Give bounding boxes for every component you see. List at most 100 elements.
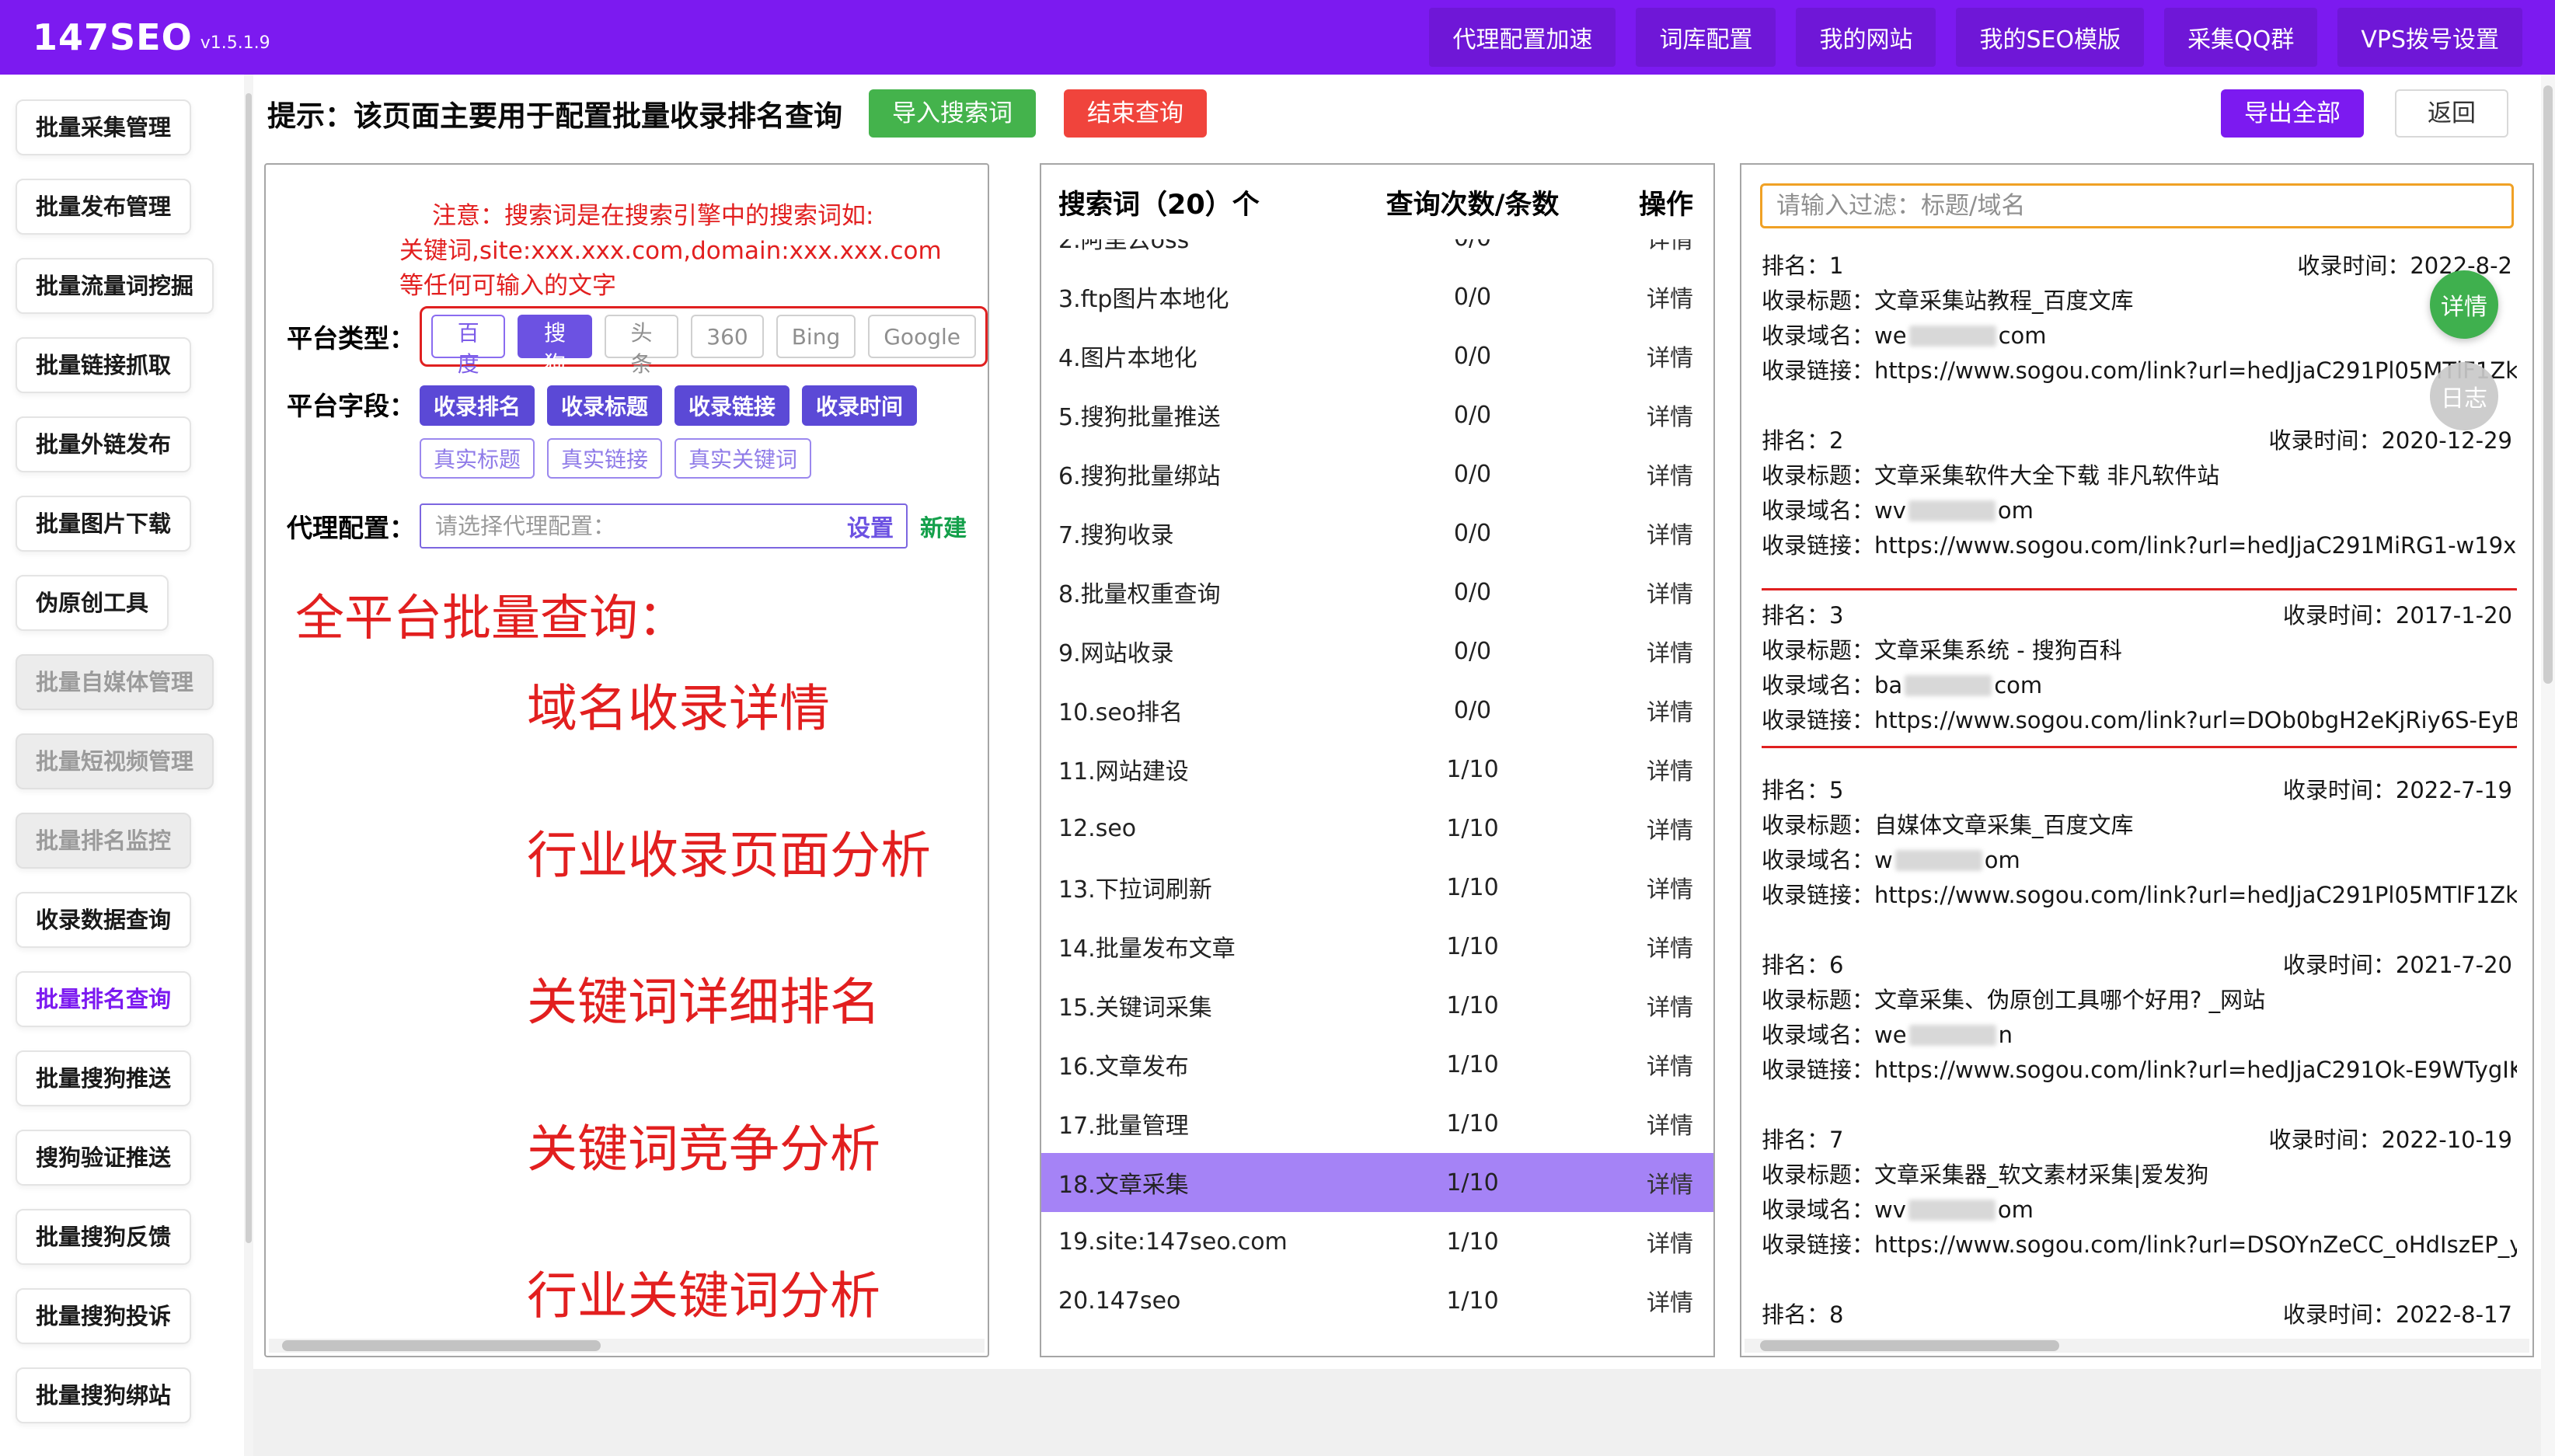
keyword-detail-link[interactable]: 详情: [1605, 752, 1713, 786]
keyword-detail-link[interactable]: 详情: [1605, 870, 1713, 904]
filter-input[interactable]: [1760, 183, 2514, 228]
result-domain: 收录域名：wv om: [1762, 493, 2517, 528]
keyword-query-count: 1/10: [1446, 1169, 1499, 1196]
import-keywords-button[interactable]: 导入搜索词: [869, 89, 1036, 138]
platform-type-button[interactable]: Google: [868, 315, 976, 358]
result-link[interactable]: 收录链接：https://www.sogou.com/link?url=hedJ…: [1762, 354, 2517, 388]
sidebar-item[interactable]: 批量搜狗绑站: [16, 1367, 192, 1423]
keyword-row[interactable]: 7.搜狗收录 0/0 详情: [1041, 503, 1713, 563]
keyword-detail-link[interactable]: 详情: [1605, 929, 1713, 963]
topnav-item[interactable]: VPS拨号设置: [2337, 8, 2522, 67]
sidebar-item[interactable]: 批量自媒体管理: [16, 654, 214, 710]
sidebar-item[interactable]: 批量链接抓取: [16, 337, 192, 393]
result-link[interactable]: 收录链接：https://www.sogou.com/link?url=DSOY…: [1762, 1228, 2517, 1263]
keyword-detail-link[interactable]: 详情: [1605, 1047, 1713, 1082]
export-all-button[interactable]: 导出全部: [2221, 89, 2364, 138]
proxy-settings-link[interactable]: 设置: [847, 509, 894, 543]
log-fab-button[interactable]: 日志: [2430, 362, 2498, 430]
result-link[interactable]: 收录链接：https://www.sogou.com/link?url=hedJ…: [1762, 528, 2517, 563]
back-button[interactable]: 返回: [2395, 89, 2508, 138]
topnav-item[interactable]: 我的网站: [1796, 8, 1936, 67]
platform-type-button[interactable]: 搜狗: [518, 315, 592, 377]
topnav-item[interactable]: 词库配置: [1636, 8, 1776, 67]
keyword-row[interactable]: 12.seo 1/10 详情: [1041, 799, 1713, 858]
keyword-row[interactable]: 18.文章采集 1/10 详情: [1041, 1153, 1713, 1212]
keyword-detail-link[interactable]: 详情: [1605, 457, 1713, 491]
keyword-row[interactable]: 4.图片本地化 0/0 详情: [1041, 326, 1713, 385]
sidebar-scrollbar[interactable]: [244, 75, 253, 1456]
keyword-row[interactable]: 19.site:147seo.com 1/10 详情: [1041, 1212, 1713, 1271]
keyword-detail-link[interactable]: 详情: [1605, 239, 1713, 255]
page-scrollbar-thumb[interactable]: [2543, 85, 2553, 684]
keyword-row[interactable]: 14.批量发布文章 1/10 详情: [1041, 917, 1713, 976]
rank-label: 排名：: [1762, 253, 1830, 279]
field-button[interactable]: 收录标题: [547, 385, 663, 426]
sidebar-item[interactable]: 批量排名监控: [16, 813, 192, 869]
sidebar-item[interactable]: 批量排名查询: [16, 971, 192, 1027]
keyword-detail-link[interactable]: 详情: [1605, 1224, 1713, 1259]
keyword-row[interactable]: 20.147seo 1/10 详情: [1041, 1271, 1713, 1330]
sidebar-item[interactable]: 批量流量词挖掘: [16, 258, 214, 314]
keyword-row[interactable]: 13.下拉词刷新 1/10 详情: [1041, 858, 1713, 917]
result-link[interactable]: 收录链接：https://www.sogou.com/link?url=hedJ…: [1762, 1053, 2517, 1088]
keyword-detail-link[interactable]: 详情: [1605, 634, 1713, 668]
keyword-detail-link[interactable]: 详情: [1605, 988, 1713, 1022]
keyword-detail-link[interactable]: 详情: [1605, 693, 1713, 727]
keyword-row[interactable]: 3.ftp图片本地化 0/0 详情: [1041, 267, 1713, 326]
sidebar-item[interactable]: 批量发布管理: [16, 179, 192, 235]
proxy-new-link[interactable]: 新建: [920, 509, 967, 543]
sidebar-item[interactable]: 批量图片下载: [16, 496, 192, 552]
field-button[interactable]: 真实关键词: [674, 438, 812, 479]
result-link[interactable]: 收录链接：https://www.sogou.com/link?url=DOb0…: [1762, 703, 2517, 738]
end-query-button[interactable]: 结束查询: [1064, 89, 1207, 138]
keyword-row[interactable]: 8.批量权重查询 0/0 详情: [1041, 563, 1713, 622]
keyword-detail-link[interactable]: 详情: [1605, 1165, 1713, 1200]
sidebar-item[interactable]: 伪原创工具: [16, 575, 169, 631]
field-button[interactable]: 真实链接: [547, 438, 663, 479]
keyword-detail-link[interactable]: 详情: [1605, 1284, 1713, 1318]
sidebar-item[interactable]: 批量采集管理: [16, 99, 192, 155]
keyword-row[interactable]: 15.关键词采集 1/10 详情: [1041, 976, 1713, 1035]
proxy-input[interactable]: [434, 512, 838, 540]
sidebar-item[interactable]: 批量外链发布: [16, 416, 192, 472]
sidebar-item[interactable]: 批量搜狗推送: [16, 1050, 192, 1106]
keyword-row[interactable]: 9.网站收录 0/0 详情: [1041, 622, 1713, 681]
field-button[interactable]: 真实标题: [420, 438, 535, 479]
platform-type-button[interactable]: 头条: [604, 315, 679, 377]
keyword-detail-link[interactable]: 详情: [1605, 280, 1713, 314]
sidebar-item[interactable]: 搜狗验证推送: [16, 1130, 192, 1186]
keyword-detail-link[interactable]: 详情: [1605, 1106, 1713, 1141]
sidebar-item[interactable]: 批量搜狗投诉: [16, 1288, 192, 1344]
keyword-row[interactable]: 2.阿里云oss 0/0 详情: [1041, 239, 1713, 267]
detail-fab-button[interactable]: 详情: [2430, 270, 2498, 339]
page-scrollbar[interactable]: [2541, 75, 2555, 1456]
sidebar-item[interactable]: 批量短视频管理: [16, 733, 214, 789]
field-button[interactable]: 收录时间: [802, 385, 918, 426]
keyword-detail-link[interactable]: 详情: [1605, 516, 1713, 550]
keyword-detail-link[interactable]: 详情: [1605, 398, 1713, 432]
platform-type-button[interactable]: 百度: [431, 315, 506, 377]
keyword-row[interactable]: 6.搜狗批量绑站 0/0 详情: [1041, 444, 1713, 503]
topnav-item[interactable]: 采集QQ群: [2164, 8, 2318, 67]
platform-type-button[interactable]: 360: [691, 315, 764, 358]
keyword-detail-link[interactable]: 详情: [1605, 339, 1713, 373]
field-button[interactable]: 收录链接: [674, 385, 790, 426]
topnav-item[interactable]: 我的SEO模版: [1956, 8, 2145, 67]
keyword-detail-link[interactable]: 详情: [1605, 811, 1713, 845]
result-hscroll-thumb[interactable]: [1760, 1340, 2059, 1351]
proxy-select[interactable]: 设置: [420, 503, 908, 549]
config-hscroll-thumb[interactable]: [282, 1340, 601, 1351]
result-link[interactable]: 收录链接：https://www.sogou.com/link?url=hedJ…: [1762, 878, 2517, 913]
keyword-row[interactable]: 16.文章发布 1/10 详情: [1041, 1035, 1713, 1094]
keyword-row[interactable]: 11.网站建设 1/10 详情: [1041, 740, 1713, 799]
field-button[interactable]: 收录排名: [420, 385, 535, 426]
keyword-row[interactable]: 17.批量管理 1/10 详情: [1041, 1094, 1713, 1153]
sidebar-item[interactable]: 批量搜狗反馈: [16, 1209, 192, 1265]
sidebar-item[interactable]: 收录数据查询: [16, 892, 192, 948]
keyword-row[interactable]: 10.seo排名 0/0 详情: [1041, 681, 1713, 740]
keyword-row[interactable]: 5.搜狗批量推送 0/0 详情: [1041, 385, 1713, 444]
keyword-query-count: 0/0: [1453, 696, 1492, 724]
topnav-item[interactable]: 代理配置加速: [1429, 8, 1616, 67]
platform-type-button[interactable]: Bing: [776, 315, 856, 358]
keyword-detail-link[interactable]: 详情: [1605, 575, 1713, 609]
